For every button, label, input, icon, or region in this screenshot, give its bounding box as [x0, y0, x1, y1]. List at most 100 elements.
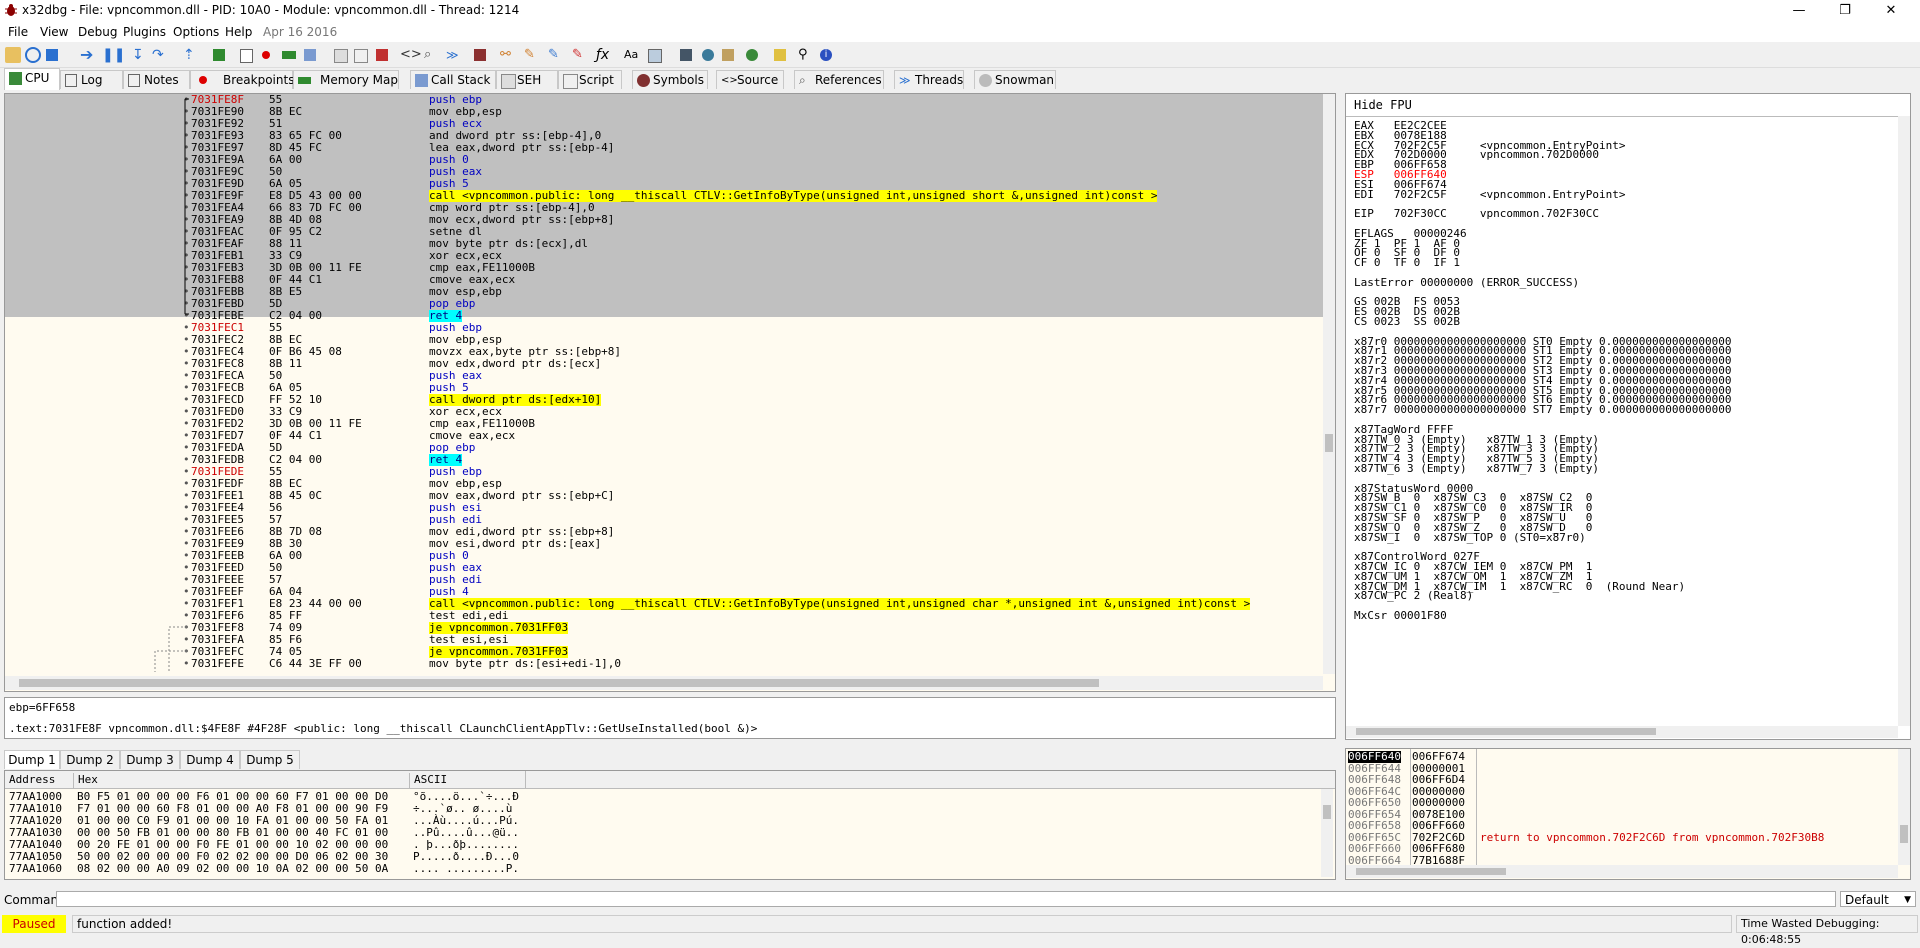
execute-till-return-icon[interactable]: ⇡ — [183, 47, 199, 63]
label-icon[interactable]: ✎ — [572, 47, 588, 63]
minimize-button[interactable]: — — [1776, 0, 1822, 22]
tab-threads[interactable]: ≫ Threads — [894, 70, 964, 89]
step-over-icon[interactable]: ↷ — [152, 47, 168, 63]
tab-cpu[interactable]: CPU — [4, 68, 60, 90]
stop-icon[interactable] — [46, 49, 58, 61]
font-icon[interactable]: Aa — [624, 47, 640, 63]
threads-icon[interactable]: ≫ — [446, 47, 462, 63]
tab-dump-3[interactable]: Dump 3 — [120, 750, 180, 769]
time-wasted: Time Wasted Debugging: 0:06:48:55 — [1736, 915, 1918, 946]
favourites-icon[interactable] — [722, 49, 734, 61]
pause-icon[interactable]: ❚❚ — [102, 47, 125, 63]
command-input[interactable] — [56, 891, 1836, 907]
tab-notes[interactable]: Notes — [123, 70, 190, 89]
register-line[interactable]: x87r7 00000000000000000000 ST7 Empty 0.0… — [1354, 404, 1732, 415]
tab-memory-map[interactable]: Memory Map — [293, 70, 399, 89]
register-line[interactable]: EDI 702F2C5F <vpncommon.EntryPoint> — [1354, 189, 1626, 200]
stack-view[interactable]: 006FF640 006FF674 006FF644 00000001 006FF648… — [1345, 748, 1911, 880]
tab-dump-2[interactable]: Dump 2 — [60, 750, 120, 769]
source-icon[interactable]: <> — [400, 47, 422, 63]
help-icon[interactable] — [774, 49, 786, 61]
callstack-icon[interactable] — [304, 49, 316, 61]
tab-dump-5[interactable]: Dump 5 — [240, 750, 300, 769]
register-line[interactable]: x87TW_6 3 (Empty) x87TW_7 3 (Empty) — [1354, 463, 1599, 474]
info-line-2: .text:7031FE8F vpncommon.dll:$4FE8F #4F2… — [9, 722, 758, 735]
about-icon[interactable]: i — [820, 49, 832, 61]
find-icon[interactable]: ⌕ — [424, 47, 440, 63]
menu-options[interactable]: Options — [173, 25, 219, 39]
registers-hscroll[interactable] — [1346, 726, 1898, 738]
menu-debug[interactable]: Debug — [78, 25, 117, 39]
comments-icon[interactable] — [376, 49, 388, 61]
register-line[interactable]: CF 0 TF 0 IF 1 — [1354, 257, 1460, 268]
script-icon[interactable] — [240, 49, 253, 63]
stack-vscroll-thumb[interactable] — [1900, 825, 1908, 843]
bookmark-icon[interactable]: ✎ — [548, 47, 564, 63]
function-icon[interactable]: ƒx — [596, 47, 612, 63]
dump-vscroll[interactable] — [1321, 789, 1333, 877]
stack-hscroll-thumb[interactable] — [1356, 868, 1506, 875]
settings-icon[interactable] — [680, 49, 692, 61]
tab-source[interactable]: <> Source — [716, 70, 784, 89]
tab-call-stack[interactable]: Call Stack — [410, 70, 496, 89]
plugin-icon[interactable] — [474, 49, 486, 61]
register-line[interactable]: LastError 00000000 (ERROR_SUCCESS) — [1354, 277, 1579, 288]
tab-script[interactable]: Script — [558, 70, 622, 89]
command-mode-dropdown[interactable]: Default ▼ — [1840, 891, 1916, 907]
menu-plugins[interactable]: Plugins — [123, 25, 166, 39]
tab-dump-1[interactable]: Dump 1 — [4, 750, 60, 769]
step-into-icon[interactable]: ↧ — [132, 47, 148, 63]
dump-col-ascii: ASCII — [409, 773, 447, 788]
menu-view[interactable]: View — [40, 25, 68, 39]
disasm-hscroll[interactable] — [5, 676, 1323, 690]
trace-icon[interactable] — [213, 49, 225, 61]
calculator-icon[interactable] — [648, 49, 662, 63]
tab-log[interactable]: Log — [60, 70, 123, 89]
menu-file[interactable]: File — [8, 25, 28, 39]
tab-symbols[interactable]: Symbols — [632, 70, 708, 89]
maximize-button[interactable]: ❐ — [1822, 0, 1868, 22]
disasm-hscroll-thumb[interactable] — [19, 679, 1099, 687]
disasm-row[interactable]: • 7031FEFE C6 44 3E FF 00 mov byte ptr ds:[… — [5, 658, 1321, 670]
script-run-icon[interactable]: ⚲ — [798, 47, 814, 63]
register-line[interactable]: x87SW_I 0 x87SW_TOP 0 (ST0=x87r0) — [1354, 532, 1586, 543]
stack-vscroll[interactable] — [1898, 749, 1910, 865]
tab-seh[interactable]: SEH — [496, 70, 558, 89]
stack-hscroll[interactable] — [1346, 865, 1898, 878]
dump-vscroll-thumb[interactable] — [1323, 805, 1331, 819]
log-icon — [65, 74, 77, 87]
open-icon[interactable] — [5, 47, 21, 63]
tab-references[interactable]: ⌕ References — [794, 70, 884, 89]
registers-hscroll-thumb[interactable] — [1356, 728, 1656, 735]
register-line[interactable]: CS 0023 SS 002B — [1354, 316, 1460, 327]
bug-icon[interactable] — [746, 49, 758, 61]
register-line[interactable]: x87CW_PC 2 (Real8) — [1354, 590, 1473, 601]
link-icon[interactable]: ⚯ — [500, 47, 516, 63]
menu-help[interactable]: Help — [225, 25, 252, 39]
hide-fpu-button[interactable]: Hide FPU — [1354, 98, 1412, 112]
registers-panel[interactable]: Hide FPU EAX EE2C2CEE EBX 0078E188 ECX 702… — [1345, 93, 1911, 740]
tab-breakpoints[interactable]: Breakpoints — [190, 70, 294, 89]
tab-dump-4[interactable]: Dump 4 — [180, 750, 240, 769]
highlight-icon[interactable]: ✎ — [524, 47, 540, 63]
status-bar: Paused function added! Time Wasted Debug… — [0, 913, 1920, 946]
patch-icon[interactable] — [354, 49, 368, 63]
network-icon[interactable] — [702, 49, 714, 61]
instruction-text: mov byte ptr ds:[esi+edi-1],0 — [429, 657, 622, 670]
restart-icon[interactable] — [25, 47, 41, 63]
dump-view[interactable]: Address Hex ASCII 77AA1000 B0 F5 01 00 00… — [4, 770, 1336, 880]
tab-snowman[interactable]: Snowman — [974, 70, 1056, 89]
seh-icon[interactable] — [334, 49, 348, 63]
register-line[interactable]: MxCsr 00001F80 — [1354, 610, 1447, 621]
registers-vscroll[interactable] — [1898, 116, 1910, 726]
disassembly-view[interactable]: •7031FE8F55push ebp•7031FE908B ECmov ebp… — [4, 93, 1336, 692]
disasm-vscroll[interactable] — [1323, 94, 1335, 674]
dump-col-address: Address — [9, 773, 56, 786]
close-button[interactable]: ✕ — [1868, 0, 1914, 22]
memory-icon[interactable] — [282, 51, 296, 59]
breakpoint-icon[interactable] — [262, 51, 270, 59]
register-line[interactable]: EIP 702F30CC vpncommon.702F30CC — [1354, 208, 1599, 219]
disasm-vscroll-thumb[interactable] — [1325, 434, 1333, 452]
run-icon[interactable]: ➔ — [80, 47, 96, 63]
registers-header: Hide FPU — [1346, 94, 1910, 117]
